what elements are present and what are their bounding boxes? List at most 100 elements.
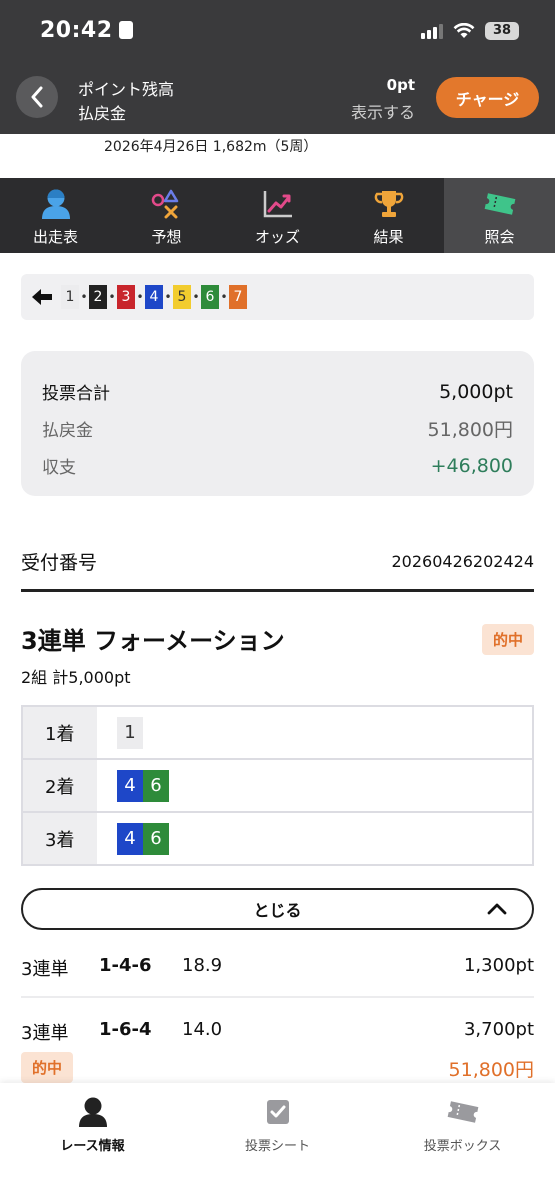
bet-line-combo: 1-6-4 [99,1019,152,1040]
bet-line-amount: 3,700pt [463,1019,534,1040]
tab-odds[interactable]: オッズ [222,178,333,253]
balance-value: +46,800 [430,454,513,477]
position-label: 3着 [22,812,97,865]
frame-chip: 2 [89,285,107,309]
formation-row-second: 2着 46 [22,759,533,813]
bottom-navigation: レース情報 投票シート 投票ボックス [0,1083,555,1200]
odds-chart-icon [260,188,296,220]
receipt-number-row: 受付番号 20260426202424 [21,548,534,592]
tab-entries[interactable]: 出走表 [0,178,111,253]
position-numbers: 46 [97,759,533,813]
receipt-label: 受付番号 [21,552,98,574]
tab-results[interactable]: 結果 [333,178,444,253]
receipt-number: 20260426202424 [391,552,534,571]
close-button[interactable]: とじる [21,888,534,930]
app-header: 20:42 38 ポイント残高 払戻金 0pt 表示する チャージ [0,0,555,134]
prediction-icon [149,188,185,220]
payout-amount: 51,800円 [448,1059,534,1081]
summary-total-row: 投票合計 5,000pt [42,373,513,410]
position-numbers: 1 [97,706,533,760]
nav-label: レース情報 [60,1139,125,1154]
nav-bet-sheet[interactable]: 投票シート [185,1083,370,1200]
trophy-icon [371,188,407,220]
payout-value: 51,800円 [427,419,513,441]
chevron-left-icon [31,86,43,108]
payout-label: 払戻金 [42,421,93,441]
race-tabs: 出走表 予想 オッズ 結果 照会 [0,178,555,253]
frame-chip: 6 [201,285,219,309]
race-date-distance: 2026年4月26日 1,682m（5周） [104,139,318,155]
hit-badge: 的中 [21,1052,74,1083]
separator-dot: • [136,290,144,304]
formation-row-first: 1着 1 [22,706,533,760]
tab-label: オッズ [254,228,300,246]
frame-chip: 5 [173,285,191,309]
back-button[interactable] [16,76,58,118]
battery-indicator: 38 [485,22,519,40]
separator-dot: • [220,290,228,304]
divider [21,996,534,998]
points-balance-value: 0pt [386,76,415,94]
balance-label: 収支 [42,458,76,478]
nav-label: 投票シート [244,1139,310,1154]
bet-line-type: 3連単 [21,959,69,980]
separator-dot: • [80,290,88,304]
status-time-text: 20:42 [40,18,113,43]
position-label: 1着 [22,706,97,760]
tab-label: 結果 [373,228,404,246]
tab-label: 予想 [151,228,182,246]
show-payout-link[interactable]: 表示する [351,99,415,123]
tab-inquiry[interactable]: 照会 [444,178,555,253]
number-box: 1 [117,716,143,749]
total-value: 5,000pt [439,380,513,403]
separator-dot: • [192,290,200,304]
bet-line-combo: 1-4-6 [99,955,152,976]
bet-line-odds: 14.0 [182,1019,223,1040]
hit-badge: 的中 [481,624,534,655]
ticket-icon [482,188,518,220]
bet-summary-card: 投票合計 5,000pt 払戻金 51,800円 収支 +46,800 [21,351,534,496]
bet-line-amount: 1,300pt [463,955,534,976]
frame-chip: 3 [117,285,135,309]
nav-bet-box[interactable]: 投票ボックス [370,1083,555,1200]
frame-chip: 1 [61,285,79,309]
ticket-icon [446,1095,480,1129]
tab-label: 出走表 [32,228,78,246]
bet-type-title: 3連単 フォーメーション [21,627,285,655]
separator-dot: • [164,290,172,304]
number-box: 4 [117,769,143,802]
separator-dot: • [108,290,116,304]
total-label: 投票合計 [42,384,110,404]
bet-line-type: 3連単 [21,1023,69,1044]
formation-table: 1着 1 2着 46 3着 46 [21,705,534,866]
tab-prediction[interactable]: 予想 [111,178,222,253]
status-time: 20:42 [40,18,133,43]
charge-button[interactable]: チャージ [436,77,539,118]
racer-icon [76,1095,110,1129]
number-box: 6 [143,822,169,855]
wifi-icon [453,23,475,38]
bet-line-odds: 18.9 [182,955,223,976]
formation-row-third: 3着 46 [22,812,533,865]
header-payout-label: 払戻金 [78,104,127,123]
summary-balance-row: 収支 +46,800 [42,447,513,484]
frame-number-strip: 1 • 2 • 3 • 4 • 5 • 6 • 7 [21,274,534,320]
signal-icon [421,23,443,39]
summary-payout-row: 払戻金 51,800円 [42,410,513,447]
number-box: 6 [143,769,169,802]
arrow-left-icon [32,289,52,305]
checkbox-icon [265,1095,291,1129]
frame-chip: 7 [229,285,247,309]
position-numbers: 46 [97,812,533,865]
frame-chip: 4 [145,285,163,309]
points-balance-label: ポイント残高 [78,80,175,99]
id-card-icon [118,21,133,39]
position-label: 2着 [22,759,97,813]
status-indicators: 38 [421,22,519,40]
tab-label: 照会 [484,228,515,246]
racer-icon [38,188,74,220]
bet-count-total: 2組 計5,000pt [21,668,131,687]
nav-race-info[interactable]: レース情報 [0,1083,185,1200]
nav-label: 投票ボックス [423,1139,502,1154]
close-button-label: とじる [253,901,302,920]
